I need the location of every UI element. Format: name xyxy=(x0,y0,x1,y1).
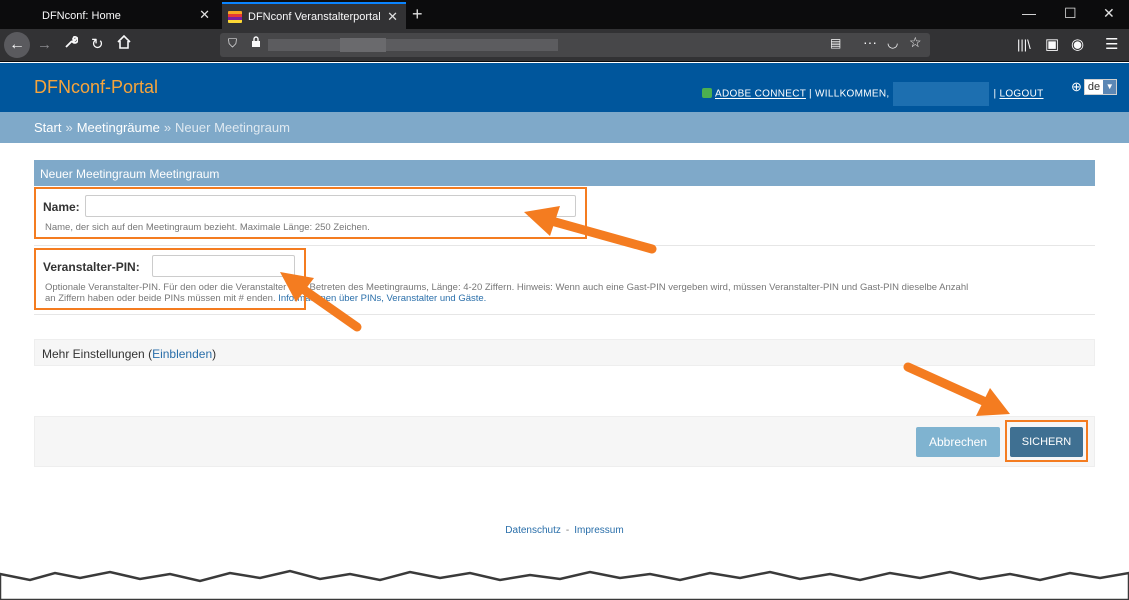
url-redacted xyxy=(340,38,386,52)
tab-veranstalterportal[interactable]: DFNconf Veranstalterportal ✕ xyxy=(222,2,406,29)
more-settings-bar: Mehr Einstellungen (Einblenden) xyxy=(34,339,1095,366)
form-panel-title: Neuer Meetingraum Meetingraum xyxy=(34,160,1095,186)
url-bar[interactable]: ⛉ ▤ ··· ◡ ☆ xyxy=(220,33,930,57)
minimize-icon[interactable]: — xyxy=(1022,5,1036,21)
new-tab-icon[interactable]: + xyxy=(412,4,423,25)
breadcrumb-meetingraeume[interactable]: Meetingräume xyxy=(77,120,160,135)
divider xyxy=(34,314,1095,315)
pin-highlight-box xyxy=(34,248,306,310)
cancel-button[interactable]: Abbrechen xyxy=(916,427,1000,457)
logout-link[interactable]: LOGOUT xyxy=(999,89,1043,100)
privacy-link[interactable]: Datenschutz xyxy=(505,525,561,536)
page-footer: Datenschutz - Impressum xyxy=(0,525,1129,536)
more-paren-close: ) xyxy=(212,347,217,361)
lock-icon[interactable] xyxy=(251,36,261,51)
url-redacted xyxy=(268,39,558,51)
wrench-icon[interactable] xyxy=(64,35,79,55)
hamburger-menu-icon[interactable]: ☰ xyxy=(1105,35,1118,55)
browser-toolbar: ← → ↻ ⛉ ▤ ··· ◡ ☆ |||\ ▣ ◉ ☰ xyxy=(0,29,1129,62)
adobe-connect-icon xyxy=(702,87,712,98)
more-icon[interactable]: ··· xyxy=(863,34,877,50)
star-icon[interactable]: ☆ xyxy=(909,34,922,51)
header-links: ADOBE CONNECT | WILLKOMMEN, | LOGOUT xyxy=(702,82,1044,106)
arrow-to-save-button xyxy=(903,362,1010,416)
forward-arrow-icon[interactable]: → xyxy=(37,35,52,55)
back-arrow-icon[interactable]: ← xyxy=(4,32,30,58)
footer-separator: - xyxy=(565,525,570,536)
pin-info-link[interactable]: Informationen über PINs, Veranstalter un… xyxy=(278,293,486,304)
language-value: de xyxy=(1087,81,1101,93)
breadcrumb-separator: » xyxy=(65,120,73,135)
name-highlight-box xyxy=(34,187,587,239)
username-redacted xyxy=(893,82,990,106)
home-icon[interactable] xyxy=(117,34,131,55)
breadcrumb-current: Neuer Meetingraum xyxy=(175,120,290,135)
tab-label: DFNconf: Home xyxy=(42,9,121,22)
shield-icon[interactable]: ⛉ xyxy=(228,36,237,51)
portal-header: DFNconf-Portal ADOBE CONNECT | WILLKOMME… xyxy=(0,63,1129,112)
tab-label: DFNconf Veranstalterportal xyxy=(248,10,381,23)
screenshot-root: DFNconf: Home ✕ DFNconf Veranstalterport… xyxy=(0,0,1129,600)
more-settings-label: Mehr Einstellungen xyxy=(42,347,145,361)
language-select[interactable]: de ▼ xyxy=(1083,79,1118,95)
library-icon[interactable]: |||\ xyxy=(1017,35,1031,55)
header-separator: | xyxy=(809,88,812,100)
close-tab-icon[interactable]: ✕ xyxy=(199,7,210,23)
breadcrumb-separator: » xyxy=(163,120,172,135)
divider xyxy=(34,245,1095,246)
portal-title[interactable]: DFNconf-Portal xyxy=(34,77,158,98)
adobe-connect-link[interactable]: ADOBE CONNECT xyxy=(715,89,806,100)
maximize-icon[interactable]: ☐ xyxy=(1064,5,1077,22)
torn-edge-decoration xyxy=(0,569,1129,600)
browser-tab-strip: DFNconf: Home ✕ DFNconf Veranstalterport… xyxy=(0,0,1129,29)
reload-icon[interactable]: ↻ xyxy=(91,35,104,55)
chevron-down-icon: ▼ xyxy=(1103,80,1117,94)
welcome-text: WILLKOMMEN, xyxy=(815,88,890,100)
breadcrumb-start[interactable]: Start xyxy=(34,120,61,135)
close-window-icon[interactable]: ✕ xyxy=(1103,5,1115,22)
show-more-link[interactable]: Einblenden xyxy=(152,347,212,361)
breadcrumb: Start» Meetingräume» Neuer Meetingraum xyxy=(0,112,1129,143)
globe-icon: ⊕ xyxy=(1071,79,1082,94)
pocket-icon[interactable]: ◡ xyxy=(887,35,898,51)
save-highlight-box xyxy=(1005,420,1088,462)
account-icon[interactable]: ◉ xyxy=(1071,35,1084,55)
close-tab-icon[interactable]: ✕ xyxy=(387,9,398,25)
favicon-icon xyxy=(228,10,242,23)
sidebar-icon[interactable]: ▣ xyxy=(1045,35,1059,55)
language-switcher: ⊕ de ▼ xyxy=(1071,79,1118,95)
imprint-link[interactable]: Impressum xyxy=(574,525,623,536)
tab-dfnconf-home[interactable]: DFNconf: Home ✕ xyxy=(30,2,218,29)
header-separator: | xyxy=(993,88,997,100)
reader-view-icon[interactable]: ▤ xyxy=(830,36,841,50)
